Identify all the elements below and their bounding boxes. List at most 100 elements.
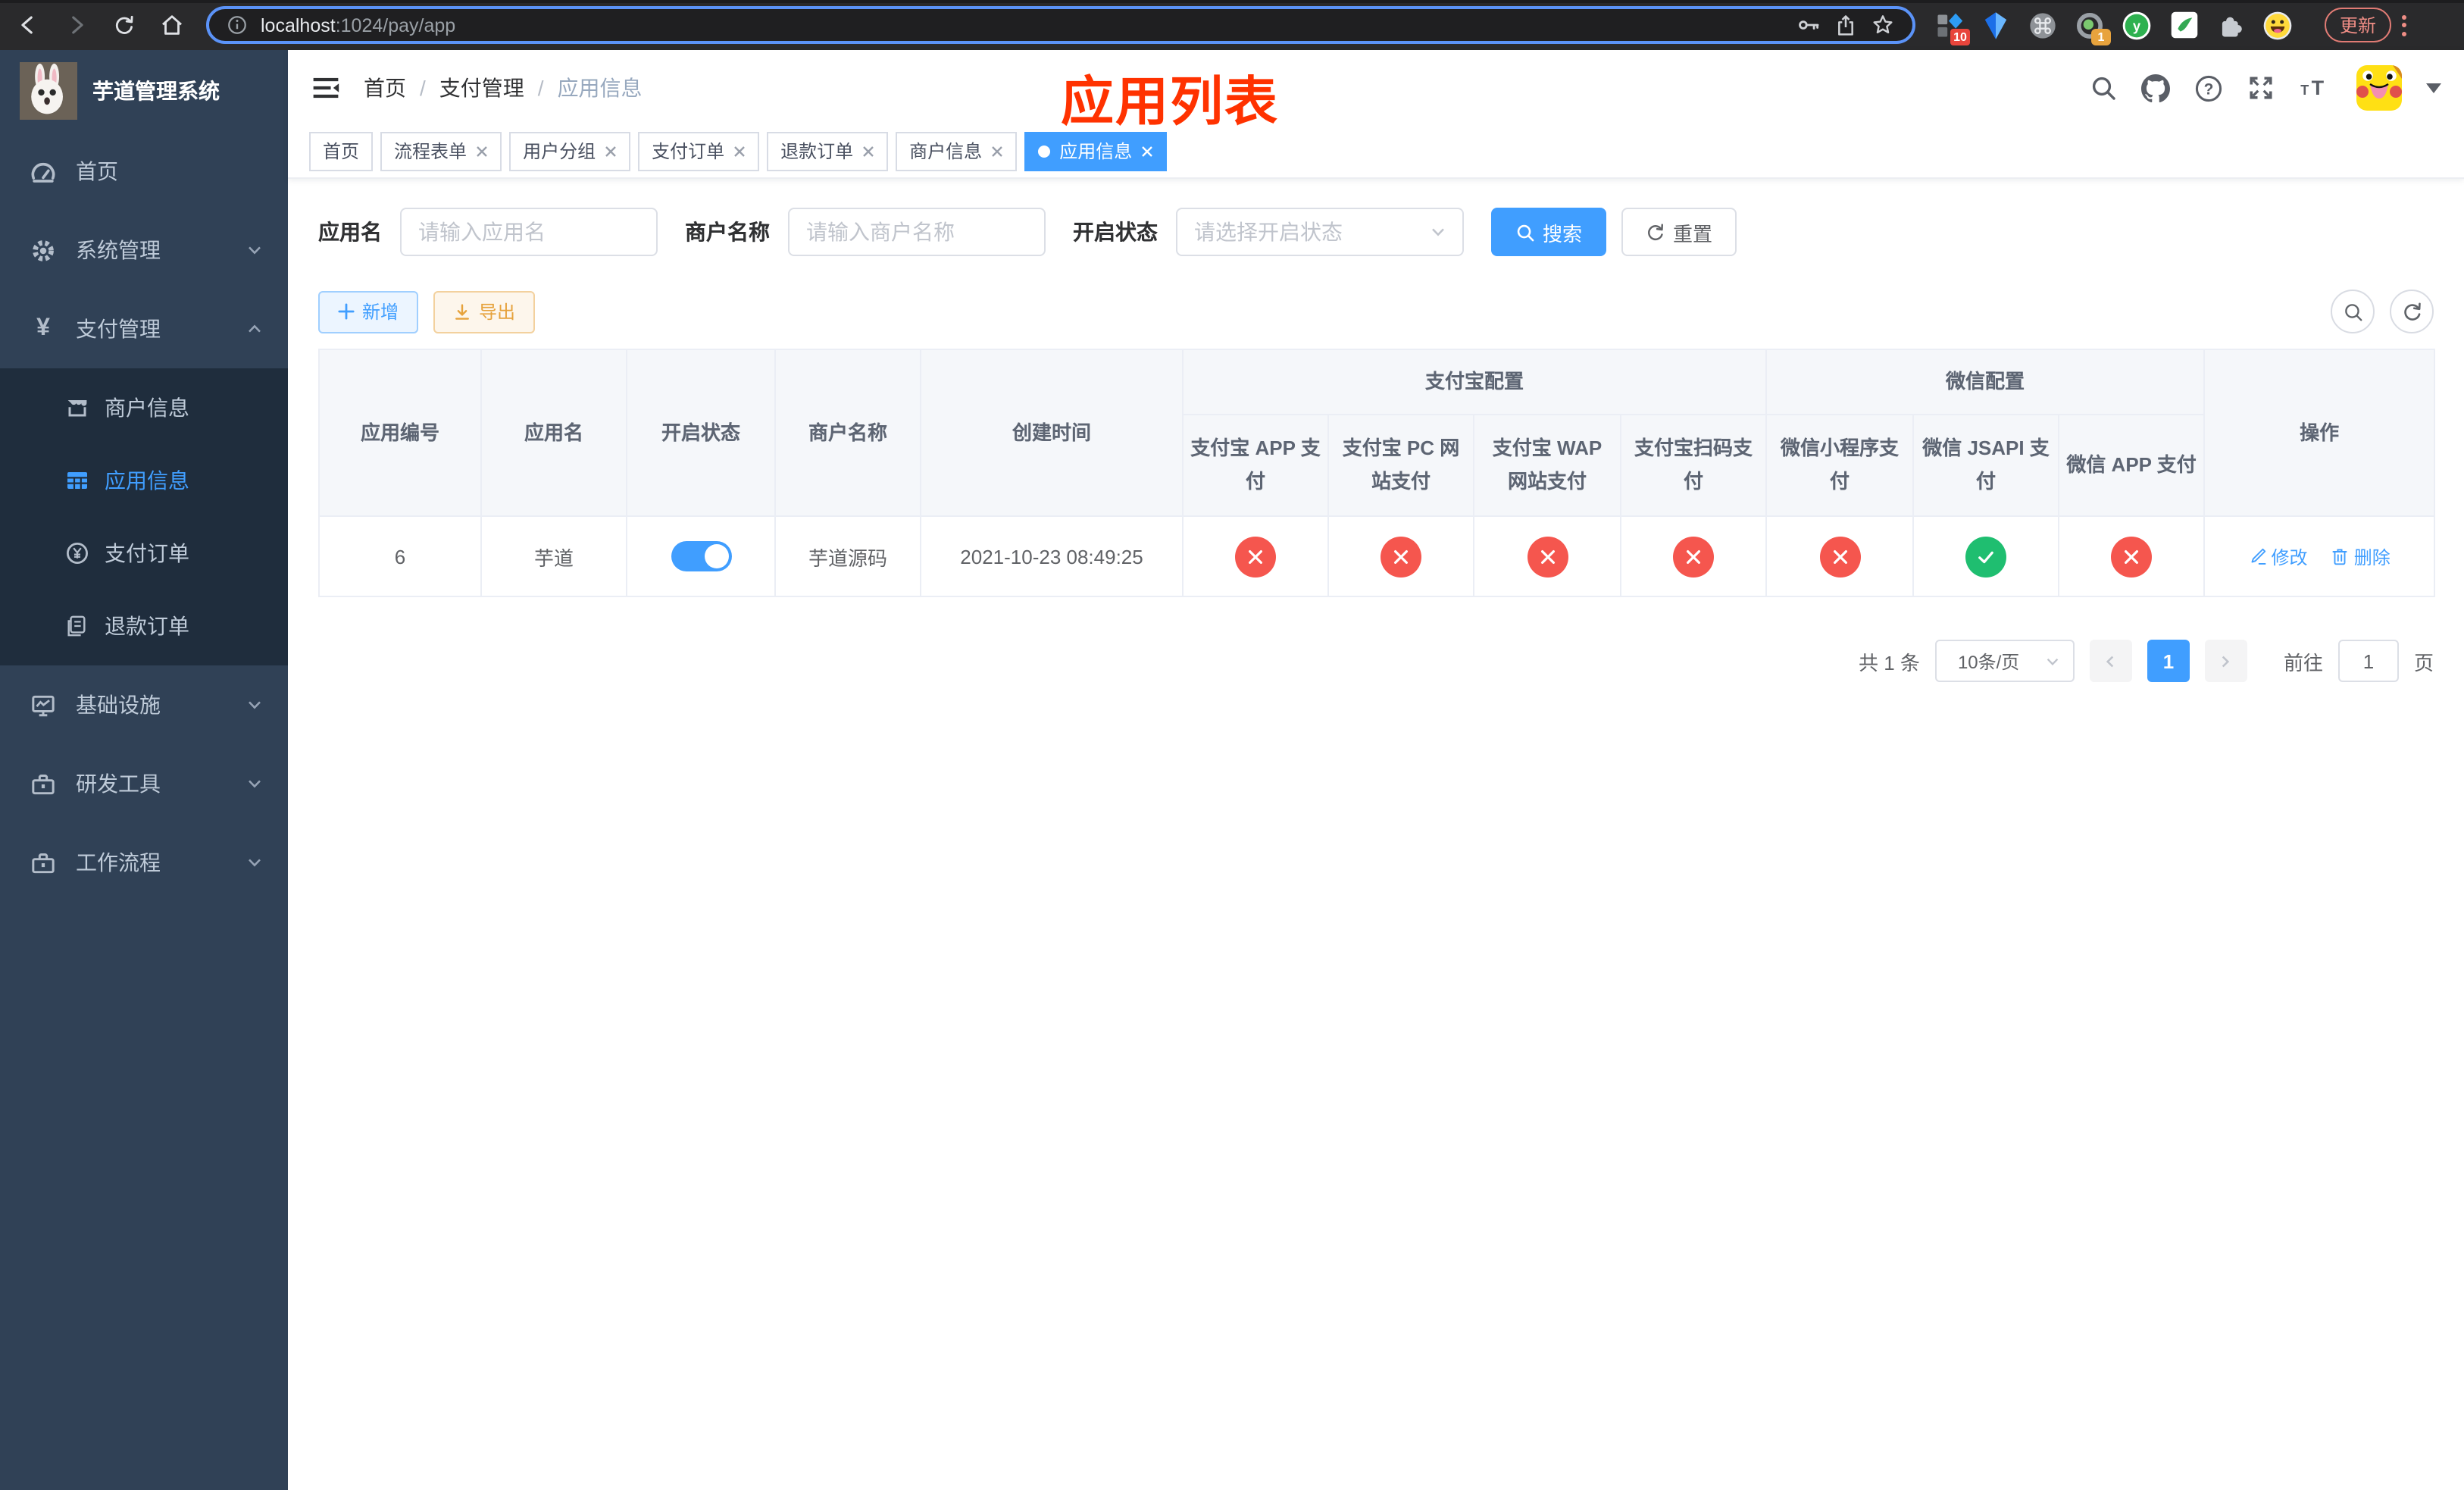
sidebar: 芋道管理系统 首页 系统管理 ¥ 支付管理 商户信息 应用信息 支付订单 退款订… xyxy=(0,50,288,1490)
export-button[interactable]: 导出 xyxy=(433,290,536,333)
col-alipay-pc: 支付宝 PC 网站支付 xyxy=(1327,414,1474,518)
back-icon[interactable] xyxy=(15,12,41,38)
command-extension-icon[interactable] xyxy=(2028,10,2058,40)
browser-menu-icon[interactable] xyxy=(2402,14,2407,36)
tab-label: 退款订单 xyxy=(780,141,854,162)
monitor-chart-icon xyxy=(30,692,56,718)
sidebar-item-system[interactable]: 系统管理 xyxy=(0,211,288,290)
caret-down-icon[interactable] xyxy=(2426,83,2441,93)
show-search-button[interactable] xyxy=(2331,290,2375,333)
svg-text:?: ? xyxy=(2204,80,2214,98)
edit-link-label: 修改 xyxy=(2271,546,2308,568)
sidebar-item-refund-order[interactable]: 退款订单 xyxy=(0,590,288,662)
chevron-up-icon xyxy=(245,320,264,338)
sidebar-item-workflow[interactable]: 工作流程 xyxy=(0,823,288,902)
refresh-button[interactable] xyxy=(2390,290,2434,333)
sidebar-item-app-info[interactable]: 应用信息 xyxy=(0,444,288,517)
sidebar-collapse-icon[interactable] xyxy=(311,74,341,102)
tab-refund-order[interactable]: 退款订单 xyxy=(767,131,889,171)
browser-toolbar: localhost :1024/pay/app 10 1 y 更新 xyxy=(0,0,2464,50)
password-key-icon[interactable] xyxy=(1796,12,1821,38)
grid-icon xyxy=(64,468,89,493)
tiles-extension-icon[interactable]: 10 xyxy=(1934,10,1970,45)
close-icon[interactable] xyxy=(862,145,874,157)
fullscreen-icon[interactable] xyxy=(2247,74,2275,102)
chevron-down-icon xyxy=(245,241,264,259)
share-icon[interactable] xyxy=(1834,13,1858,37)
tab-label: 应用信息 xyxy=(1059,141,1133,162)
page-size-select[interactable]: 10条/页 xyxy=(1934,640,2075,683)
app-name-label: 应用名 xyxy=(318,220,382,244)
sidebar-item-infrastructure[interactable]: 基础设施 xyxy=(0,665,288,744)
breadcrumb-home[interactable]: 首页 xyxy=(364,73,406,103)
prev-page-button[interactable] xyxy=(2089,640,2132,683)
font-size-icon[interactable]: TT xyxy=(2299,74,2332,102)
channel-status-cell xyxy=(1912,515,2060,598)
status-toggle[interactable] xyxy=(671,541,731,572)
reset-button[interactable]: 重置 xyxy=(1621,208,1737,256)
sidebar-item-merchant-info[interactable]: 商户信息 xyxy=(0,371,288,444)
sidebar-item-dev-tools[interactable]: 研发工具 xyxy=(0,744,288,823)
close-icon[interactable] xyxy=(476,145,488,157)
tab-home[interactable]: 首页 xyxy=(309,131,374,171)
help-icon[interactable]: ? xyxy=(2194,74,2223,102)
pagination-total: 共 1 条 xyxy=(1859,651,1920,675)
tab-pay-order[interactable]: 支付订单 xyxy=(638,131,760,171)
extensions-puzzle-icon[interactable] xyxy=(2215,10,2246,40)
chevron-down-icon xyxy=(245,853,264,872)
tab-user-group[interactable]: 用户分组 xyxy=(509,131,631,171)
sidebar-item-home[interactable]: 首页 xyxy=(0,132,288,211)
merchant-name-input[interactable] xyxy=(788,208,1046,256)
close-icon[interactable] xyxy=(1141,145,1153,157)
svg-text:T: T xyxy=(2300,83,2309,98)
kite-extension-icon[interactable] xyxy=(1981,10,2011,40)
yudao-extension-icon[interactable]: y xyxy=(2122,10,2152,40)
browser-update-button[interactable]: 更新 xyxy=(2325,8,2392,42)
annotation-title: 应用列表 xyxy=(1061,73,1280,132)
sidebar-item-label: 研发工具 xyxy=(76,772,161,796)
page-number-button[interactable]: 1 xyxy=(2147,640,2190,683)
channel-status-cell xyxy=(1182,515,1329,598)
next-page-button[interactable] xyxy=(2204,640,2247,683)
active-dot xyxy=(1038,145,1051,157)
url-bar[interactable]: localhost :1024/pay/app xyxy=(206,6,1915,44)
docs-extension-icon[interactable] xyxy=(2169,10,2199,40)
close-icon[interactable] xyxy=(605,145,617,157)
profile-avatar-icon[interactable] xyxy=(2262,10,2293,40)
close-icon[interactable] xyxy=(733,145,746,157)
add-button[interactable]: 新增 xyxy=(318,290,419,333)
reload-icon[interactable] xyxy=(112,13,136,37)
col-status: 开启状态 xyxy=(626,348,776,518)
chevron-down-icon xyxy=(245,696,264,714)
sidebar-item-label: 工作流程 xyxy=(76,850,161,875)
breadcrumb-payment[interactable]: 支付管理 xyxy=(439,73,524,103)
status-select[interactable]: 请选择开启状态 xyxy=(1176,208,1464,256)
close-icon[interactable] xyxy=(991,145,1003,157)
sidebar-item-payment[interactable]: ¥ 支付管理 xyxy=(0,290,288,368)
search-icon[interactable] xyxy=(2090,74,2117,102)
app-name-input[interactable] xyxy=(400,208,658,256)
tab-app-info[interactable]: 应用信息 xyxy=(1024,131,1168,171)
breadcrumb: 首页 / 支付管理 / 应用信息 xyxy=(364,73,643,103)
sidebar-item-pay-order[interactable]: 支付订单 xyxy=(0,517,288,590)
home-icon[interactable] xyxy=(159,12,185,38)
edit-link[interactable]: 修改 xyxy=(2248,543,2307,569)
breadcrumb-separator: / xyxy=(420,76,426,100)
tab-merchant-info[interactable]: 商户信息 xyxy=(896,131,1018,171)
delete-link[interactable]: 删除 xyxy=(2331,543,2391,569)
goto-page-input[interactable] xyxy=(2337,640,2399,683)
sidebar-item-label: 应用信息 xyxy=(105,468,189,493)
document-icon xyxy=(64,614,89,638)
sidebar-item-label: 支付管理 xyxy=(76,317,161,341)
forward-icon[interactable] xyxy=(64,12,89,38)
bookmark-star-icon[interactable] xyxy=(1870,12,1896,38)
sidebar-item-label: 支付订单 xyxy=(105,541,189,565)
tab-process-form[interactable]: 流程表单 xyxy=(380,131,502,171)
status-circle-icon xyxy=(2111,536,2153,578)
recorder-extension-icon[interactable]: 1 xyxy=(2075,10,2111,45)
delete-link-label: 删除 xyxy=(2353,546,2391,568)
user-avatar[interactable] xyxy=(2356,65,2402,111)
github-icon[interactable] xyxy=(2141,74,2170,102)
site-info-icon[interactable] xyxy=(226,14,249,36)
search-button[interactable]: 搜索 xyxy=(1491,208,1607,256)
